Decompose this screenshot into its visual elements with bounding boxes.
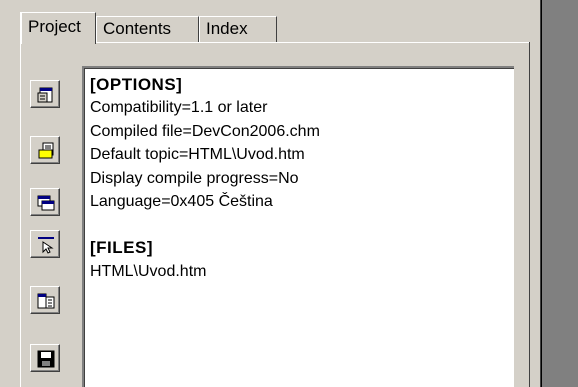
files-section-header: [FILES] bbox=[90, 238, 153, 258]
tab-border bbox=[20, 12, 21, 387]
tab-index[interactable]: Index bbox=[199, 16, 277, 42]
change-project-options-icon bbox=[37, 87, 53, 103]
file-line: HTML\Uvod.htm bbox=[90, 262, 207, 280]
project-panel: Project Contents Index [OPTIONS] Compati… bbox=[0, 0, 540, 387]
change-project-options-button[interactable] bbox=[30, 80, 60, 108]
add-modify-window-definitions-icon bbox=[37, 195, 55, 211]
tab-contents-label: Contents bbox=[103, 19, 172, 38]
save-project-compile-icon bbox=[37, 350, 55, 368]
tab-panel-edge bbox=[529, 42, 530, 387]
tab-contents[interactable]: Contents bbox=[96, 16, 199, 42]
view-html-source-icon bbox=[37, 293, 55, 309]
html-api-information-button[interactable] bbox=[30, 230, 60, 258]
option-line: Language=0x405 Čeština bbox=[90, 193, 273, 211]
tab-project-label: Project bbox=[28, 17, 81, 36]
tab-divider bbox=[96, 42, 529, 43]
project-file-editor[interactable]: [OPTIONS] Compatibility=1.1 or later Com… bbox=[82, 66, 514, 387]
tab-project[interactable]: Project bbox=[21, 12, 96, 44]
option-line: Compiled file=DevCon2006.chm bbox=[90, 122, 320, 140]
save-project-compile-button[interactable] bbox=[30, 344, 60, 372]
add-modify-window-definitions-button[interactable] bbox=[30, 188, 60, 216]
html-api-information-icon bbox=[38, 237, 54, 254]
option-line: Compatibility=1.1 or later bbox=[90, 99, 268, 117]
html-workspace-pane bbox=[540, 0, 578, 387]
options-section-header: [OPTIONS] bbox=[90, 75, 183, 94]
add-remove-topic-files-icon bbox=[38, 142, 54, 159]
tab-index-label: Index bbox=[206, 19, 248, 38]
option-line: Display compile progress=No bbox=[90, 169, 299, 187]
add-remove-topic-files-button[interactable] bbox=[30, 136, 60, 164]
option-line: Default topic=HTML\Uvod.htm bbox=[90, 146, 305, 164]
view-html-source-button[interactable] bbox=[30, 286, 60, 314]
